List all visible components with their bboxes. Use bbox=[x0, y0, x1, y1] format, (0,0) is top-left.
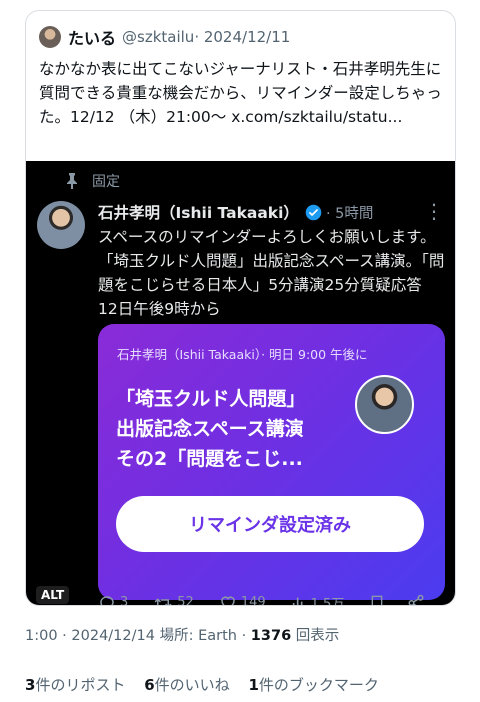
reply-icon bbox=[100, 595, 114, 605]
tweet-time: · 5時間 bbox=[325, 205, 374, 222]
bookmark-icon bbox=[372, 595, 383, 605]
embedded-screenshot: 固定 石井孝明（Ishii Takaaki） · 5時間 ⋮ スペースのリマイン… bbox=[26, 161, 455, 606]
space-card[interactable]: 石井孝明（Ishii Takaaki）· 明日 9:00 午後に 「埼玉クルド人… bbox=[98, 324, 445, 600]
quote-author-handle[interactable]: @szktailu bbox=[122, 28, 194, 46]
tweet-timestamp[interactable]: 1:00 · 2024/12/14 bbox=[25, 628, 155, 644]
bookmark-stat-label: 件のブックマーク bbox=[258, 676, 379, 694]
tweet-author-name[interactable]: 石井孝明（Ishii Takaaki） bbox=[98, 201, 299, 223]
tweet-header: 石井孝明（Ishii Takaaki） · 5時間 bbox=[98, 201, 373, 223]
like-button[interactable]: 149 bbox=[219, 594, 266, 606]
repost-stat[interactable]: 3件のリポスト bbox=[25, 676, 125, 694]
view-total: 1376 bbox=[250, 628, 292, 644]
space-title-line: その2「問題をこじ... bbox=[116, 448, 303, 470]
like-stat-count: 6 bbox=[144, 676, 155, 694]
space-title-line: 「埼玉クルド人問題」 bbox=[116, 388, 306, 410]
pin-icon bbox=[67, 173, 77, 189]
quote-header: たいる @szktailu · 2024/12/11 bbox=[39, 25, 290, 49]
tweet-metadata: 1:00 · 2024/12/14 場所: Earth · 1376 回表示 bbox=[25, 624, 339, 645]
share-icon bbox=[408, 594, 424, 605]
avatar bbox=[355, 375, 414, 434]
analytics-icon bbox=[292, 597, 303, 605]
space-title-line: 出版記念スペース講演 bbox=[116, 418, 304, 440]
view-total-label: 回表示 bbox=[295, 628, 340, 644]
bookmark-button[interactable] bbox=[369, 594, 389, 605]
repost-stat-count: 3 bbox=[25, 676, 36, 694]
repost-icon bbox=[155, 598, 172, 605]
views-button[interactable]: 1.5万 bbox=[291, 593, 345, 606]
engagement-stats: 3件のリポスト 6件のいいね 1件のブックマーク bbox=[25, 674, 379, 695]
alt-badge[interactable]: ALT bbox=[36, 586, 70, 604]
bookmark-stat[interactable]: 1件のブックマーク bbox=[248, 676, 378, 694]
share-button[interactable] bbox=[407, 594, 429, 605]
verified-badge-icon bbox=[305, 204, 322, 220]
like-stat[interactable]: 6件のいいね bbox=[144, 676, 229, 694]
quote-text: なかなか表に出てこないジャーナリスト・石井孝明先生に質問できる貴重な機会だから、… bbox=[39, 60, 442, 126]
reply-button[interactable]: 3 bbox=[98, 594, 129, 606]
like-stat-label: 件のいいね bbox=[154, 676, 230, 694]
tweet-text: スペースのリマインダーよろしくお願いします。「埼玉クルド人問題」出版記念スペース… bbox=[98, 228, 445, 318]
view-count: 1.5万 bbox=[310, 597, 345, 606]
space-host-time: 石井孝明（Ishii Takaaki）· 明日 9:00 午後に bbox=[117, 347, 368, 362]
reply-count: 3 bbox=[120, 595, 129, 606]
more-options-icon[interactable]: ⋮ bbox=[424, 199, 444, 223]
quote-author-name[interactable]: たいる bbox=[68, 25, 116, 49]
space-title: 「埼玉クルド人問題」 出版記念スペース講演 その2「問題をこじ... bbox=[116, 384, 346, 474]
like-count: 149 bbox=[240, 595, 266, 606]
pinned-indicator: 固定 bbox=[66, 171, 120, 191]
repost-button[interactable]: 52 bbox=[153, 594, 194, 606]
repost-stat-label: 件のリポスト bbox=[35, 676, 126, 694]
tweet-location: 場所: Earth · bbox=[159, 628, 247, 644]
quoted-tweet-card[interactable]: たいる @szktailu · 2024/12/11 なかなか表に出てこないジャ… bbox=[25, 10, 456, 606]
avatar[interactable] bbox=[37, 201, 85, 249]
repost-count: 52 bbox=[177, 595, 194, 606]
pinned-label: 固定 bbox=[92, 174, 120, 190]
tweet-actions: 3 52 149 1.5万 bbox=[98, 593, 448, 606]
heart-icon bbox=[221, 596, 235, 605]
reminder-set-button[interactable]: リマインダ設定済み bbox=[116, 496, 424, 552]
avatar[interactable] bbox=[39, 26, 61, 48]
quote-date: · 2024/12/11 bbox=[194, 28, 291, 46]
bookmark-stat-count: 1 bbox=[248, 676, 259, 694]
